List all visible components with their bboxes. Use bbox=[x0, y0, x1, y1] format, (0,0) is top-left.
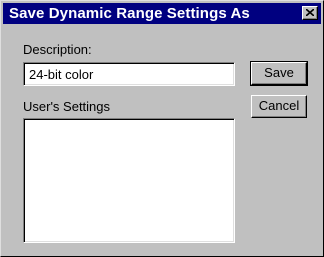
users-settings-label: User's Settings bbox=[23, 99, 111, 114]
save-dynamic-range-dialog: Save Dynamic Range Settings As Descripti… bbox=[0, 0, 324, 257]
description-label: Description: bbox=[23, 42, 92, 57]
dialog-title: Save Dynamic Range Settings As bbox=[9, 5, 250, 22]
close-icon bbox=[306, 9, 314, 16]
users-settings-list[interactable] bbox=[23, 118, 235, 243]
cancel-button[interactable]: Cancel bbox=[251, 95, 307, 118]
close-button[interactable] bbox=[302, 6, 318, 20]
save-button[interactable]: Save bbox=[250, 61, 308, 86]
title-bar[interactable]: Save Dynamic Range Settings As bbox=[3, 3, 321, 24]
description-input[interactable]: 24-bit color bbox=[23, 62, 235, 86]
